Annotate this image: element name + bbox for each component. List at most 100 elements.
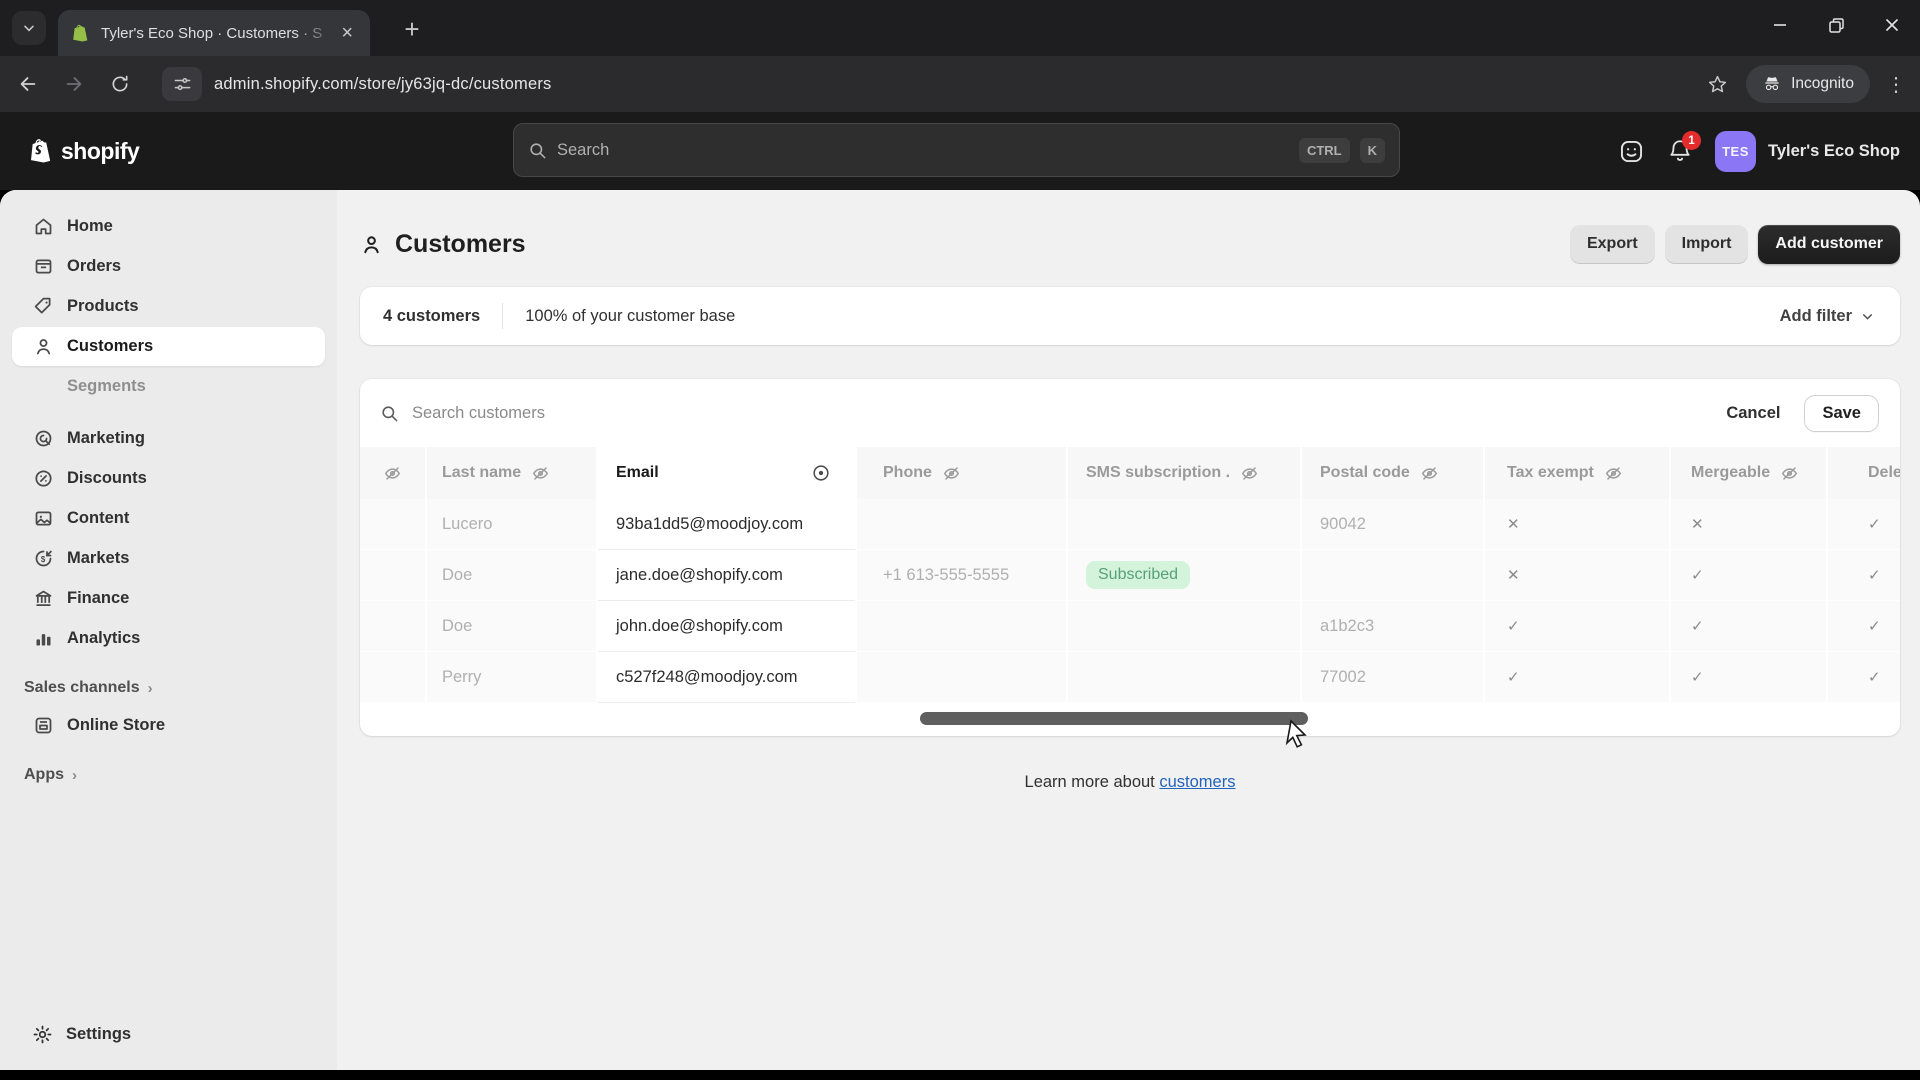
sidebar-item-discounts[interactable]: Discounts <box>12 459 325 498</box>
image-icon <box>32 508 54 529</box>
tag-icon <box>32 296 54 317</box>
browser-tab[interactable]: Tyler's Eco Shop · Customers · S × <box>58 10 370 56</box>
customers-table-card: Search customers Cancel Save Last name E… <box>360 379 1900 736</box>
column-header-email[interactable]: Email <box>598 447 855 499</box>
import-button[interactable]: Import <box>1665 225 1749 264</box>
table-body: Lucero 93ba1dd5@moodjoy.com 90042 ✕ ✕ ✓ … <box>360 499 1900 703</box>
column-label: Tax exempt <box>1507 464 1594 482</box>
tab-close-icon[interactable]: × <box>336 21 358 45</box>
sidebar-item-products[interactable]: Products <box>12 287 325 326</box>
url-bar[interactable]: admin.shopify.com/store/jy63jq-dc/custom… <box>214 75 1707 94</box>
column-header-partial[interactable] <box>360 447 425 499</box>
column-header-postal-code[interactable]: Postal code <box>1302 447 1483 499</box>
add-customer-button[interactable]: Add customer <box>1758 225 1900 264</box>
table-search-row: Search customers Cancel Save <box>360 379 1900 447</box>
sidebar-item-label: Analytics <box>67 629 140 648</box>
chevron-down-icon <box>21 20 37 36</box>
column-label: Email <box>616 464 659 482</box>
sidebar-item-orders[interactable]: Orders <box>12 247 325 286</box>
table-header-row: Last name Email Phone SMS subscription .… <box>360 447 1900 499</box>
window-close-button[interactable] <box>1864 0 1920 50</box>
chevron-right-icon: › <box>148 680 153 697</box>
window-minimize-button[interactable] <box>1752 0 1808 50</box>
window-restore-button[interactable] <box>1808 0 1864 50</box>
sidebar-item-home[interactable]: Home <box>12 207 325 246</box>
sidebar-divider <box>0 407 337 418</box>
sidebar-item-label: Markets <box>67 549 129 568</box>
sidebar-item-label: Discounts <box>67 469 147 488</box>
sms-cell <box>1068 652 1300 703</box>
column-header-deletable[interactable]: Deletable <box>1828 447 1900 499</box>
email-cell[interactable]: jane.doe@shopify.com <box>598 550 855 601</box>
sidebar-item-settings[interactable]: Settings <box>12 1015 325 1054</box>
bookmark-star-icon[interactable] <box>1707 74 1728 95</box>
email-cell[interactable]: 93ba1dd5@moodjoy.com <box>598 499 855 550</box>
sidebar-item-analytics[interactable]: Analytics <box>12 619 325 658</box>
reload-button[interactable] <box>102 66 138 102</box>
phone-cell <box>857 601 1066 652</box>
sidebar-item-online-store[interactable]: Online Store <box>12 706 325 745</box>
customers-help-link[interactable]: customers <box>1159 773 1235 791</box>
global-search-input[interactable]: Search CTRL K <box>513 123 1400 177</box>
apps-header[interactable]: Apps › <box>12 759 325 791</box>
shopify-logo: shopify <box>28 137 139 166</box>
phone-cell <box>857 652 1066 703</box>
shortcut-ctrl-key: CTRL <box>1299 138 1350 163</box>
new-tab-button[interactable]: + <box>396 13 428 45</box>
email-cell[interactable]: john.doe@shopify.com <box>598 601 855 652</box>
sidebar-item-finance[interactable]: Finance <box>12 579 325 618</box>
deletable-cell: ✓ <box>1828 499 1900 550</box>
column-header-phone[interactable]: Phone <box>857 447 1066 499</box>
horizontal-scrollbar[interactable] <box>360 712 1900 726</box>
sidebar-item-segments[interactable]: Segments <box>12 367 325 406</box>
column-header-mergeable[interactable]: Mergeable <box>1671 447 1826 499</box>
add-filter-button[interactable]: Add filter <box>1768 299 1886 334</box>
bank-icon <box>32 588 54 609</box>
back-button[interactable] <box>10 66 46 102</box>
discount-icon <box>32 468 54 489</box>
tax-exempt-cell: ✓ <box>1485 601 1669 652</box>
phone-cell: +1 613-555-5555 <box>857 550 1066 601</box>
sidebar-item-markets[interactable]: $ Markets <box>12 539 325 578</box>
sales-channels-header[interactable]: Sales channels › <box>12 672 325 704</box>
sidebar-item-customers[interactable]: Customers <box>12 327 325 366</box>
column-label: SMS subscription . <box>1086 464 1230 482</box>
forward-button[interactable] <box>56 66 92 102</box>
sms-cell <box>1068 601 1300 652</box>
export-button[interactable]: Export <box>1570 225 1655 264</box>
cancel-button[interactable]: Cancel <box>1714 398 1792 429</box>
column-header-sms-subscription[interactable]: SMS subscription . <box>1068 447 1300 499</box>
eye-slash-icon <box>1780 464 1799 483</box>
sidebar-item-marketing[interactable]: Marketing <box>12 419 325 458</box>
sidebar-item-content[interactable]: Content <box>12 499 325 538</box>
mergeable-cell: ✓ <box>1671 601 1826 652</box>
column-label: Last name <box>442 464 521 482</box>
shortcut-k-key: K <box>1360 138 1385 163</box>
search-customers-input[interactable]: Search customers <box>412 404 1701 423</box>
email-cell[interactable]: c527f248@moodjoy.com <box>598 652 855 703</box>
last-name-cell: Doe <box>427 601 596 652</box>
postal-cell: 90042 <box>1302 499 1483 550</box>
divider <box>502 303 503 329</box>
main-content: Customers Export Import Add customer 4 c… <box>337 190 1920 1070</box>
sidebar-item-label: Segments <box>67 377 146 396</box>
shopify-topbar: shopify Search CTRL K 1 TES Tyler's Eco … <box>0 112 1920 190</box>
column-header-last-name[interactable]: Last name <box>427 447 596 499</box>
sidekick-icon[interactable] <box>1618 138 1645 165</box>
browser-toolbar: admin.shopify.com/store/jy63jq-dc/custom… <box>0 56 1920 112</box>
sidebar: Home Orders Products Customers Segments … <box>0 190 337 1070</box>
sidebar-item-label: Finance <box>67 589 129 608</box>
store-menu[interactable]: TES Tyler's Eco Shop <box>1715 131 1900 172</box>
save-button[interactable]: Save <box>1805 396 1878 431</box>
site-info-icon[interactable] <box>162 67 202 101</box>
sidebar-item-label: Online Store <box>67 716 165 735</box>
eye-slash-icon <box>383 464 402 483</box>
scrollbar-thumb[interactable] <box>920 712 1308 725</box>
sidebar-item-label: Marketing <box>67 429 145 448</box>
tab-search-button[interactable] <box>12 11 46 45</box>
eye-icon[interactable] <box>811 463 831 483</box>
notifications-button[interactable]: 1 <box>1667 138 1693 164</box>
browser-menu-icon[interactable]: ⋮ <box>1886 72 1906 97</box>
column-header-tax-exempt[interactable]: Tax exempt <box>1485 447 1669 499</box>
learn-more-text: Learn more about customers <box>360 773 1900 792</box>
